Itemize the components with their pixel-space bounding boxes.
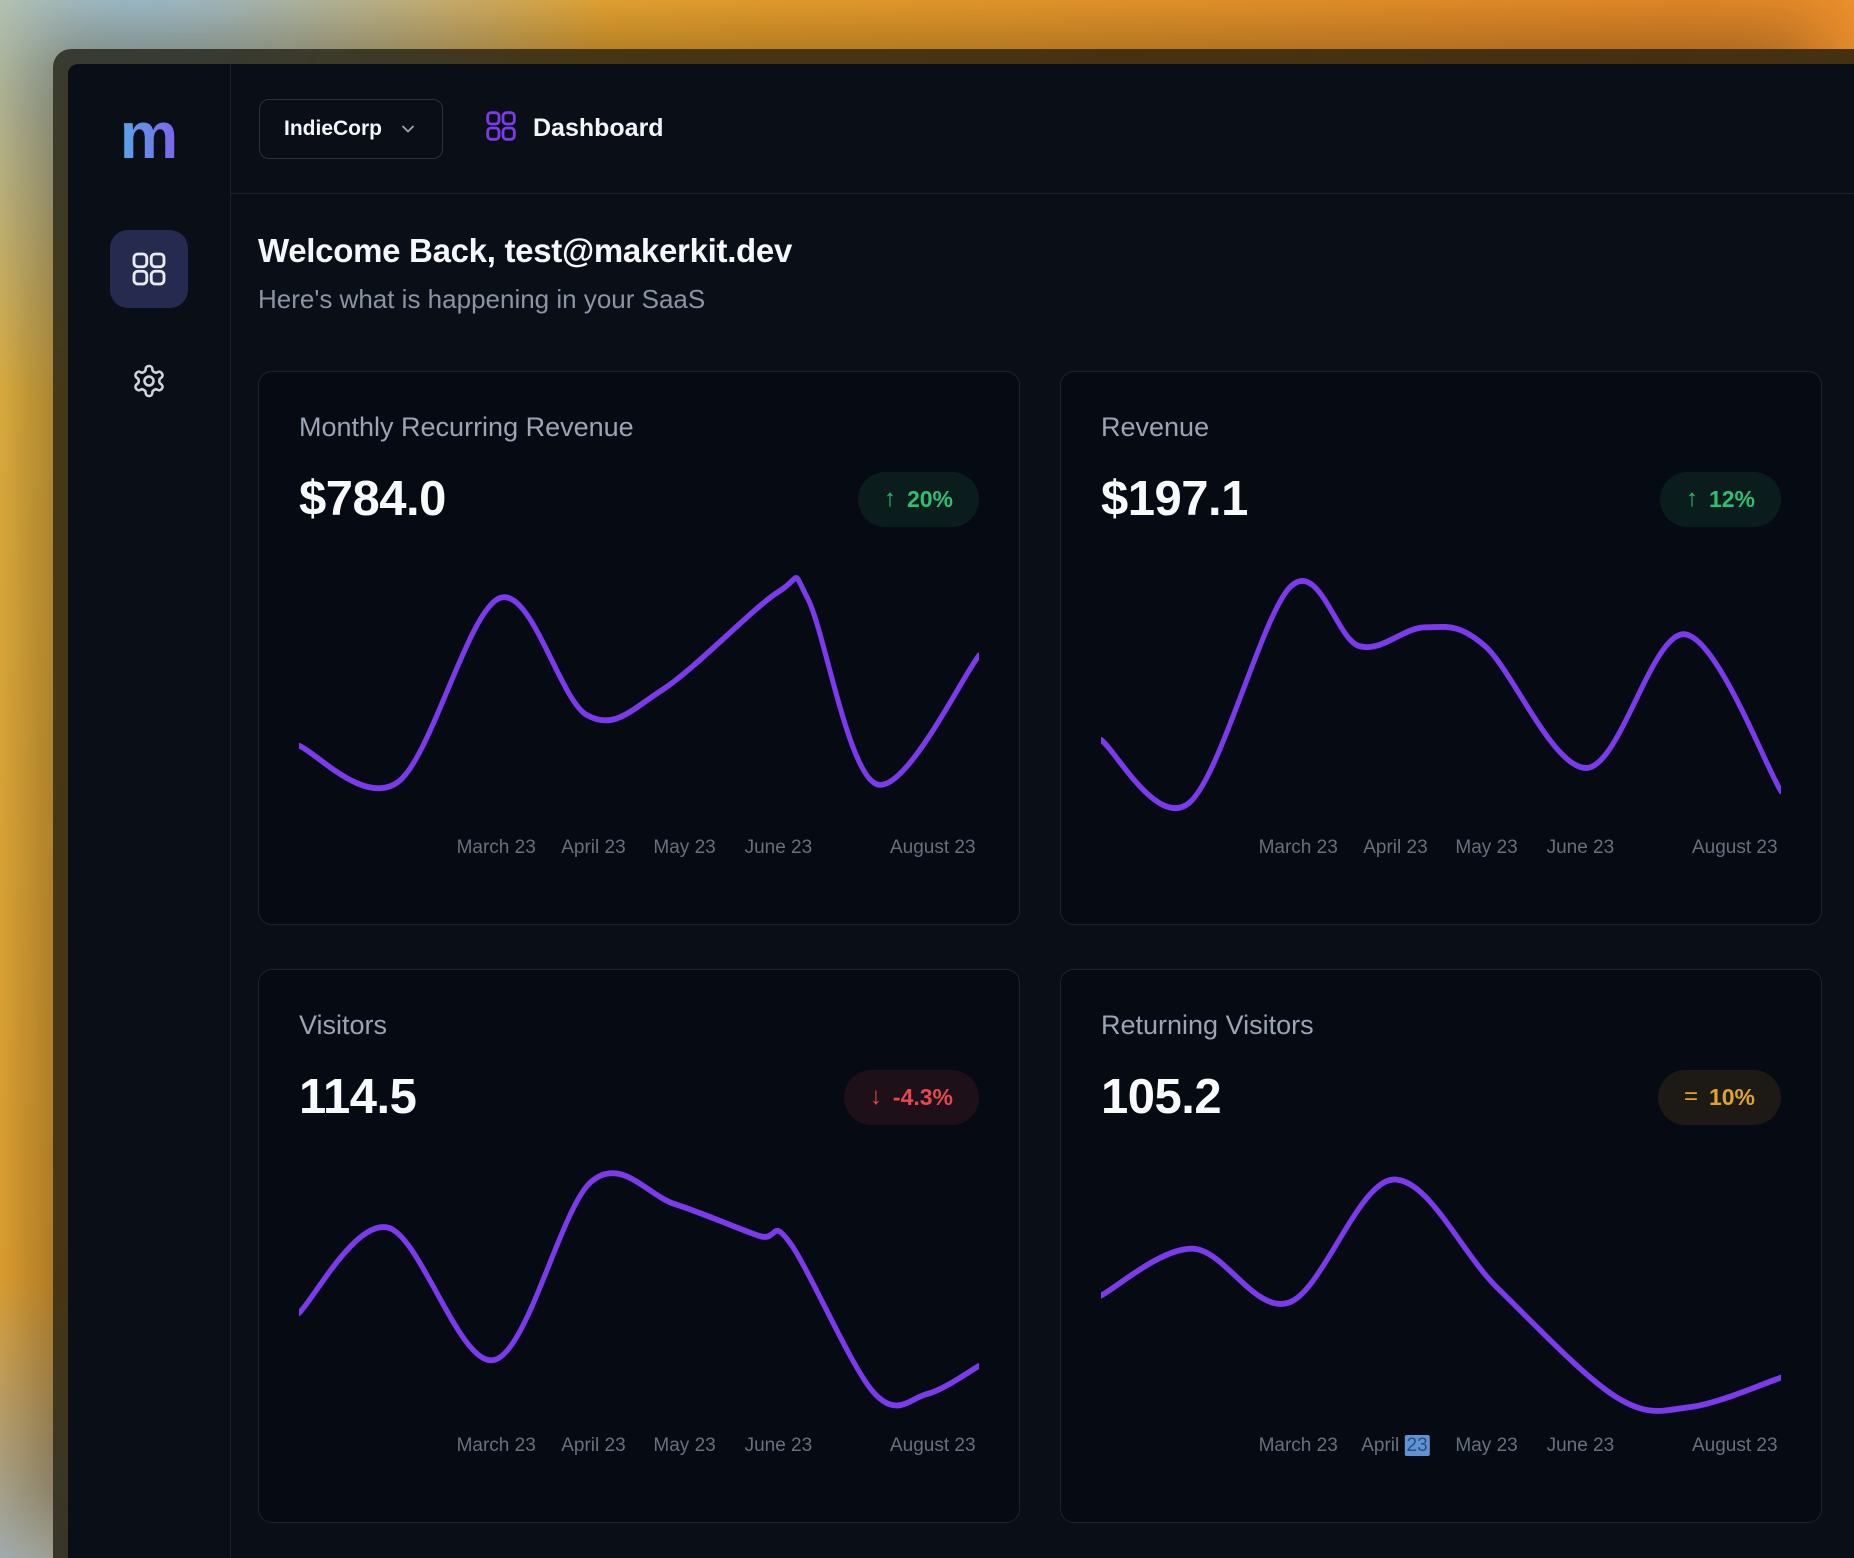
metric-value-row: 114.5 ↓ -4.3% bbox=[299, 1069, 979, 1125]
x-axis-label: April 23 bbox=[1363, 837, 1427, 859]
x-axis-label: August 23 bbox=[1692, 1435, 1778, 1457]
trend-value: 20% bbox=[907, 486, 953, 513]
x-axis-label: March 23 bbox=[457, 1435, 536, 1457]
sidebar-item-settings[interactable] bbox=[110, 342, 188, 420]
x-axis-label: March 23 bbox=[1259, 837, 1338, 859]
trend-badge: ↓ -4.3% bbox=[844, 1070, 979, 1125]
chart-canvas bbox=[1101, 571, 1781, 823]
trend-badge: ↑ 12% bbox=[1660, 472, 1781, 527]
trend-value: 12% bbox=[1709, 486, 1755, 513]
x-axis-label: May 23 bbox=[1455, 1435, 1517, 1457]
metric-title: Monthly Recurring Revenue bbox=[299, 412, 979, 443]
x-axis-labels: March 23 April 23 May 23 June 23 August 23 bbox=[299, 1435, 979, 1461]
trend-value: -4.3% bbox=[893, 1084, 953, 1111]
welcome-heading: Welcome Back, test@makerkit.dev bbox=[258, 232, 1822, 270]
x-axis-labels: March 23 April 23 May 23 June 23 August 23 bbox=[1101, 837, 1781, 863]
metrics-grid: Monthly Recurring Revenue $784.0 ↑ 20% M… bbox=[258, 371, 1822, 1523]
trend-value: 10% bbox=[1709, 1084, 1755, 1111]
metric-value-row: 105.2 = 10% bbox=[1101, 1069, 1781, 1125]
x-axis-label: August 23 bbox=[890, 1435, 976, 1457]
metric-title: Revenue bbox=[1101, 412, 1781, 443]
line-chart: March 23 April 23 May 23 June 23 August 23 bbox=[299, 1169, 979, 1494]
selected-text: 23 bbox=[1405, 1435, 1430, 1456]
chart-canvas bbox=[299, 1169, 979, 1421]
metric-card-returning-visitors: Returning Visitors 105.2 = 10% March 23 A… bbox=[1060, 969, 1822, 1523]
top-header: IndieCorp Dashboard bbox=[231, 64, 1854, 194]
chart-line bbox=[299, 1173, 979, 1405]
chart-canvas bbox=[299, 571, 979, 823]
x-axis-label: March 23 bbox=[1259, 1435, 1338, 1457]
x-axis-label: April 23 bbox=[561, 1435, 625, 1457]
x-axis-labels: March 23 April 23 May 23 June 23 August 23 bbox=[1101, 1435, 1781, 1461]
metric-card-visitors: Visitors 114.5 ↓ -4.3% March 23April 23M… bbox=[258, 969, 1020, 1523]
makerkit-logo: m bbox=[120, 102, 179, 168]
organization-name: IndieCorp bbox=[284, 117, 382, 141]
x-axis-label: June 23 bbox=[1547, 837, 1615, 859]
chevron-down-icon bbox=[398, 119, 418, 139]
organization-selector[interactable]: IndieCorp bbox=[259, 99, 443, 159]
metric-value-row: $197.1 ↑ 12% bbox=[1101, 471, 1781, 527]
metric-value: 114.5 bbox=[299, 1069, 416, 1125]
x-axis-label: June 23 bbox=[745, 837, 813, 859]
dashboard-grid-icon bbox=[131, 251, 167, 287]
x-axis-label: May 23 bbox=[653, 837, 715, 859]
trend-badge: = 10% bbox=[1658, 1070, 1781, 1125]
chart-line bbox=[1101, 581, 1781, 808]
main-area: IndieCorp Dashboard bbox=[231, 64, 1854, 1558]
page-title: Dashboard bbox=[533, 114, 664, 143]
x-axis-label: August 23 bbox=[890, 837, 976, 859]
x-axis-labels: March 23 April 23 May 23 June 23 August 23 bbox=[299, 837, 979, 863]
arrow-down-icon: ↓ bbox=[870, 1085, 882, 1109]
x-axis-label: April 23 bbox=[561, 837, 625, 859]
trend-badge: ↑ 20% bbox=[858, 472, 979, 527]
metric-card-mrr: Monthly Recurring Revenue $784.0 ↑ 20% M… bbox=[258, 371, 1020, 925]
sidebar: m bbox=[68, 64, 231, 1558]
chart-canvas bbox=[1101, 1169, 1781, 1421]
arrow-up-icon: ↑ bbox=[1686, 487, 1698, 511]
metric-title: Visitors bbox=[299, 1010, 979, 1041]
metric-value: $197.1 bbox=[1101, 471, 1248, 527]
x-axis-label: June 23 bbox=[1547, 1435, 1615, 1457]
app-window: m bbox=[53, 49, 1854, 1558]
dashboard-icon bbox=[485, 110, 517, 147]
x-axis-label: August 23 bbox=[1692, 837, 1778, 859]
metric-value: 105.2 bbox=[1101, 1069, 1221, 1125]
metric-card-revenue: Revenue $197.1 ↑ 12% March 23 April 23 May… bbox=[1060, 371, 1822, 925]
metric-value: $784.0 bbox=[299, 471, 446, 527]
x-axis-label: May 23 bbox=[1455, 837, 1517, 859]
sidebar-item-dashboard[interactable] bbox=[110, 230, 188, 308]
sidebar-nav bbox=[110, 230, 188, 420]
x-axis-label: June 23 bbox=[745, 1435, 813, 1457]
arrow-up-icon: ↑ bbox=[884, 487, 896, 511]
x-axis-label: March 23 bbox=[457, 837, 536, 859]
welcome-subtitle: Here's what is happening in your SaaS bbox=[258, 284, 1822, 315]
equals-icon: = bbox=[1684, 1085, 1698, 1109]
x-axis-label: April 23 bbox=[1361, 1435, 1429, 1457]
dashboard-content: Welcome Back, test@makerkit.dev Here's w… bbox=[231, 194, 1854, 1558]
metric-title: Returning Visitors bbox=[1101, 1010, 1781, 1041]
line-chart: March 23 April 23 May 23 June 23 August 23 bbox=[1101, 571, 1781, 896]
metric-value-row: $784.0 ↑ 20% bbox=[299, 471, 979, 527]
page-title-group: Dashboard bbox=[485, 110, 664, 147]
window-content: m bbox=[68, 64, 1854, 1558]
line-chart: March 23 April 23 May 23 June 23 August 23 bbox=[299, 571, 979, 896]
line-chart: March 23 April 23 May 23 June 23 August 23 bbox=[1101, 1169, 1781, 1494]
settings-gear-icon bbox=[131, 363, 167, 399]
chart-line bbox=[1101, 1179, 1781, 1410]
chart-line bbox=[299, 578, 979, 788]
x-axis-label: May 23 bbox=[653, 1435, 715, 1457]
